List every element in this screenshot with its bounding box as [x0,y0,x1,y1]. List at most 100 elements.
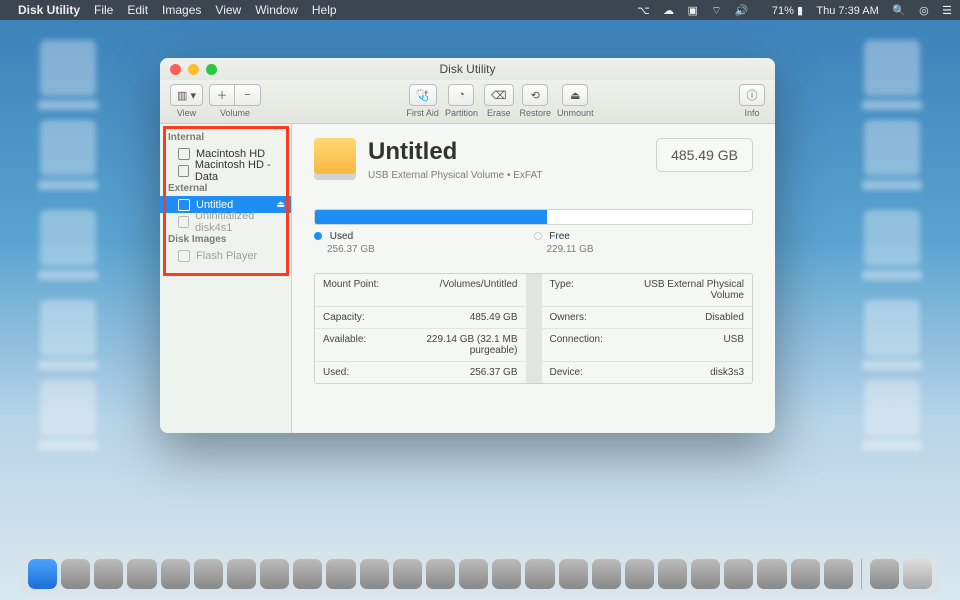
toolbar-group-view: ▥ ▾ View [170,84,203,118]
menu-images[interactable]: Images [162,3,201,17]
menu-edit[interactable]: Edit [127,3,148,17]
dock-app-icon[interactable] [592,559,621,589]
desktop-icon[interactable] [864,40,920,96]
dock-app-icon[interactable] [658,559,687,589]
info-value: 256.37 GB [391,362,526,383]
info-value: disk3s3 [618,362,753,383]
info-value: USB External Physical Volume [618,274,753,306]
usage-legend: Used 256.37 GB Free 229.11 GB [314,231,753,255]
volume-icon [178,199,190,211]
menu-file[interactable]: File [94,3,113,17]
desktop-icon[interactable] [40,40,96,96]
info-button[interactable]: ⓘ [739,84,765,106]
unmount-button[interactable]: ⏏ [562,84,588,106]
dock-app-icon[interactable] [161,559,190,589]
info-key: Connection: [542,329,618,361]
toolbar-label-erase: Erase [487,108,511,118]
menubar: Disk Utility File Edit Images View Windo… [0,0,960,20]
dock-app-icon[interactable] [127,559,156,589]
clock[interactable]: Thu 7:39 AM [816,5,878,17]
content-pane: Untitled USB External Physical Volume • … [292,124,775,433]
dock-app-icon[interactable] [360,559,389,589]
info-value: Disabled [618,307,753,328]
legend-dot-free [534,232,542,240]
first-aid-button[interactable]: 🩺 [409,84,437,106]
volume-icon[interactable]: 🔊 [735,5,749,17]
toolbar-label-unmount: Unmount [557,108,594,118]
control-center-icon[interactable]: ⌥ [637,5,650,17]
dock-app-icon[interactable] [94,559,123,589]
airplay-icon[interactable]: ▣ [687,5,697,17]
sidebar-item-uninitialized[interactable]: Uninitialized disk4s1 [160,213,291,230]
desktop-icon[interactable] [864,380,920,436]
dock-app-icon[interactable] [194,559,223,589]
legend-label-free: Free [549,231,570,242]
dock-app-icon[interactable] [559,559,588,589]
spotlight-icon[interactable]: 🔍 [892,5,906,17]
toolbar-group-volume: ＋ − Volume [209,84,261,118]
dock-trash-icon[interactable] [903,559,932,589]
sidebar-item-label: Macintosh HD - Data [195,159,285,183]
info-key: Type: [542,274,618,306]
legend-value-free: 229.11 GB [547,244,754,255]
dock-app-icon[interactable] [260,559,289,589]
titlebar[interactable]: Disk Utility [160,58,775,80]
dock-app-icon[interactable] [426,559,455,589]
toolbar-label-info: Info [745,108,760,118]
window-title: Disk Utility [160,62,775,76]
desktop-icon[interactable] [40,120,96,176]
app-menu[interactable]: Disk Utility [18,3,80,17]
restore-button[interactable]: ⟲ [522,84,548,106]
dock-app-icon[interactable] [459,559,488,589]
dock-app-icon[interactable] [757,559,786,589]
dock-app-icon[interactable] [525,559,554,589]
dock [20,552,940,596]
desktop-icon[interactable] [40,300,96,356]
dock-app-icon[interactable] [625,559,654,589]
info-key: Mount Point: [315,274,391,306]
add-volume-button[interactable]: ＋ [209,84,235,106]
sidebar-item-macintosh-hd-data[interactable]: Macintosh HD - Data [160,162,291,179]
dock-app-icon[interactable] [227,559,256,589]
dock-app-icon[interactable] [293,559,322,589]
desktop-icon[interactable] [40,380,96,436]
siri-icon[interactable]: ◎ [919,5,929,17]
desktop-icon[interactable] [864,210,920,266]
sidebar-item-label: Uninitialized disk4s1 [195,210,285,234]
desktop-icon[interactable] [864,300,920,356]
view-mode-button[interactable]: ▥ ▾ [170,84,203,106]
toolbar-label-restore: Restore [520,108,552,118]
dock-app-icon[interactable] [326,559,355,589]
info-row: Capacity:485.49 GBOwners:Disabled [315,306,752,328]
dock-app-icon[interactable] [393,559,422,589]
erase-button[interactable]: ⌫ [484,84,514,106]
remove-volume-button[interactable]: − [235,84,261,106]
dock-app-icon[interactable] [824,559,853,589]
legend-value-used: 256.37 GB [327,244,534,255]
desktop-icon[interactable] [40,210,96,266]
dock-app-icon[interactable] [724,559,753,589]
battery-status[interactable]: 71% ▮ [762,5,803,17]
desktop-icon[interactable] [864,120,920,176]
sidebar-item-flash-player[interactable]: Flash Player [160,247,291,264]
dock-app-icon[interactable] [61,559,90,589]
dock-finder-icon[interactable] [28,559,57,589]
cloud-icon[interactable]: ☁ [663,5,674,17]
wifi-icon[interactable]: ⌔ [711,5,721,17]
dock-app-icon[interactable] [492,559,521,589]
notification-center-icon[interactable]: ☰ [942,5,952,17]
usage-bar [314,209,753,225]
diskimage-icon [178,250,190,262]
sidebar-header-internal: Internal [160,128,291,145]
eject-icon[interactable]: ⏏ [276,199,285,210]
dock-app-icon[interactable] [691,559,720,589]
toolbar-label-volume: Volume [220,108,250,118]
menu-view[interactable]: View [215,3,241,17]
menu-window[interactable]: Window [255,3,298,17]
dock-downloads-icon[interactable] [870,559,899,589]
dock-app-icon[interactable] [791,559,820,589]
volume-large-icon [314,138,356,180]
menu-help[interactable]: Help [312,3,337,17]
partition-button[interactable]: ◔ [448,84,474,106]
usage-bar-used [315,210,547,224]
